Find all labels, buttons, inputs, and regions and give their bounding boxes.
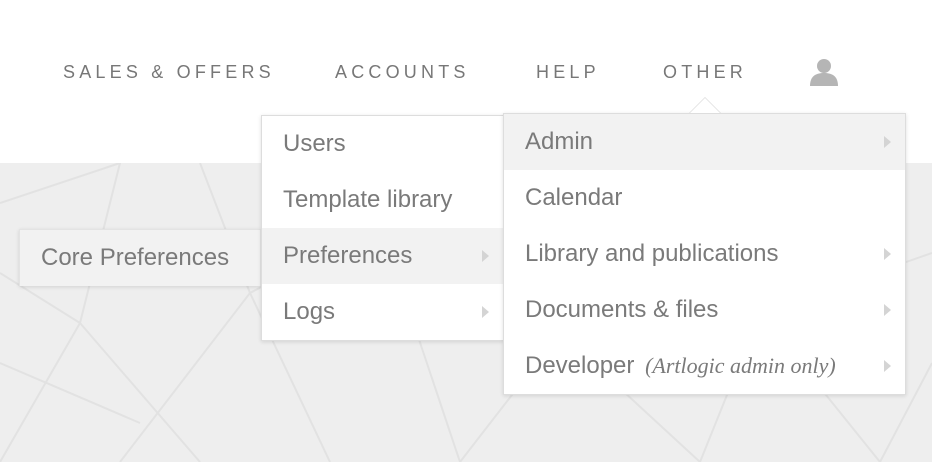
menu-item-label: Preferences — [283, 242, 413, 269]
admin-submenu: Users Template library Preferences Logs — [261, 115, 504, 341]
chevron-right-icon — [884, 360, 891, 372]
menu-item-label: Calendar — [525, 184, 623, 211]
nav-sales-offers[interactable]: SALES & OFFERS — [63, 60, 275, 84]
nav-help[interactable]: HELP — [536, 60, 600, 84]
menu-item-label: Library and publications — [525, 240, 779, 267]
menu-item-label: Logs — [283, 298, 336, 325]
chevron-right-icon — [482, 250, 489, 262]
nav-accounts[interactable]: ACCOUNTS — [335, 60, 470, 84]
menu-item-documents-files[interactable]: Documents & files — [504, 282, 905, 338]
menu-item-core-preferences[interactable]: Core Preferences — [20, 230, 260, 286]
menu-item-logs[interactable]: Logs — [262, 284, 503, 340]
chevron-right-icon — [482, 306, 489, 318]
chevron-right-icon — [884, 248, 891, 260]
menu-item-label: Template library — [283, 186, 453, 213]
menu-item-calendar[interactable]: Calendar — [504, 170, 905, 226]
menu-item-note: (Artlogic admin only) — [645, 353, 836, 378]
other-dropdown-menu: Admin Calendar Library and publications … — [503, 113, 906, 395]
dropdown-caret — [689, 97, 721, 113]
menu-item-users[interactable]: Users — [262, 116, 503, 172]
chevron-right-icon — [884, 304, 891, 316]
menu-item-label: Developer — [525, 352, 635, 379]
preferences-submenu: Core Preferences — [19, 229, 261, 286]
user-icon[interactable] — [808, 56, 840, 88]
top-navigation: SALES & OFFERS ACCOUNTS HELP OTHER — [0, 0, 932, 112]
menu-item-library-publications[interactable]: Library and publications — [504, 226, 905, 282]
menu-item-label: Users — [283, 130, 346, 157]
menu-item-label: Core Preferences — [41, 244, 230, 271]
menu-item-developer[interactable]: Developer (Artlogic admin only) — [504, 338, 905, 394]
menu-item-label: Documents & files — [525, 296, 719, 323]
nav-other[interactable]: OTHER — [663, 60, 747, 84]
menu-item-template-library[interactable]: Template library — [262, 172, 503, 228]
chevron-right-icon — [884, 136, 891, 148]
menu-item-preferences[interactable]: Preferences — [262, 228, 503, 284]
menu-item-admin[interactable]: Admin — [504, 114, 905, 170]
menu-item-label: Admin — [525, 128, 594, 155]
